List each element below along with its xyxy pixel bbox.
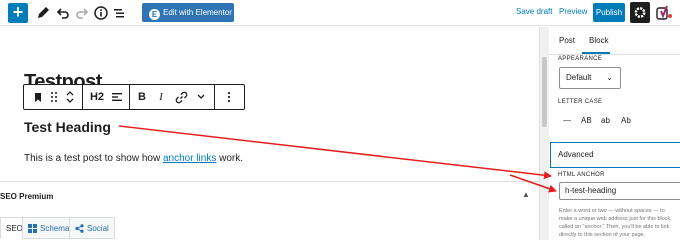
elementor-icon: E: [149, 9, 160, 20]
appearance-value: Default: [566, 73, 592, 82]
letter-case-lowercase-button[interactable]: ab: [601, 116, 610, 125]
seo-meta-box-title: SEO Premium: [0, 192, 54, 201]
gear-icon: [634, 7, 646, 18]
tab-social-label: Social: [87, 224, 109, 233]
pencil-icon[interactable]: [34, 4, 52, 22]
letter-case-label: LETTER CASE: [558, 99, 603, 105]
undo-icon[interactable]: [54, 4, 72, 22]
letter-case-capitalize-button[interactable]: Ab: [621, 116, 631, 125]
html-anchor-label: HTML ANCHOR: [558, 172, 605, 178]
scrollbar-thumb[interactable]: [542, 57, 547, 127]
letter-case-none-button[interactable]: —: [563, 116, 571, 125]
align-icon[interactable]: [111, 91, 123, 103]
collapse-meta-box-icon[interactable]: ▲: [522, 190, 530, 199]
appearance-select[interactable]: Default ⌄: [559, 67, 621, 89]
add-block-button[interactable]: +: [8, 3, 28, 23]
tab-schema[interactable]: Schema: [22, 217, 76, 239]
chevron-down-icon[interactable]: [196, 93, 206, 101]
tab-schema-label: Schema: [40, 224, 70, 233]
share-icon: [75, 224, 84, 233]
anchor-links-link[interactable]: anchor links: [163, 153, 216, 164]
edit-with-elementor-label: Edit with Elementor: [163, 8, 232, 17]
preview-button[interactable]: Preview: [559, 7, 587, 16]
seo-meta-box: SEO Premium ▲ SEO Schema Social: [0, 181, 539, 240]
html-anchor-help-text: Enter a word or two — without spaces — t…: [559, 207, 680, 239]
yoast-icon[interactable]: [655, 4, 673, 22]
seo-tabs: SEO Schema Social: [0, 217, 539, 240]
help-line: Enter a word or two — without spaces — t…: [559, 208, 665, 214]
toolbar-separator: [214, 85, 215, 109]
help-line: called an "anchor." Then, you'll be able…: [559, 224, 670, 230]
publish-button[interactable]: Publish: [593, 3, 625, 22]
html-anchor-input[interactable]: h-test-heading: [559, 182, 680, 200]
paragraph-text: This is a test post to show how: [24, 153, 163, 164]
heading-block[interactable]: Test Heading: [24, 119, 111, 135]
editor-canvas: Testpost H2 B I Test Heading This is a t…: [0, 27, 539, 240]
advanced-panel-toggle[interactable]: Advanced: [550, 142, 680, 168]
toolbar-separator: [82, 85, 83, 109]
info-icon[interactable]: [92, 4, 110, 22]
heading-level-button[interactable]: H2: [86, 89, 108, 105]
editor-top-toolbar: + E Edit with Elementor Save draft Previe…: [0, 0, 680, 26]
toolbar-separator: [129, 85, 130, 109]
letter-case-uppercase-button[interactable]: AB: [581, 116, 592, 125]
redo-icon[interactable]: [73, 4, 91, 22]
chevron-down-icon: ⌄: [606, 73, 613, 82]
link-icon[interactable]: [175, 91, 188, 104]
appearance-label: APPEARANCE: [558, 56, 603, 62]
bold-button[interactable]: B: [135, 89, 149, 105]
grid-icon: [28, 224, 37, 233]
italic-button[interactable]: I: [155, 89, 167, 105]
paragraph-block[interactable]: This is a test post to show how anchor l…: [24, 153, 243, 164]
tab-post[interactable]: Post: [559, 36, 575, 45]
edit-with-elementor-button[interactable]: E Edit with Elementor: [142, 3, 234, 22]
tab-social[interactable]: Social: [69, 217, 115, 239]
list-view-icon[interactable]: [111, 4, 129, 22]
divider: [549, 54, 680, 55]
settings-sidebar: Post Block APPEARANCE Default ⌄ LETTER C…: [539, 27, 680, 240]
more-options-icon[interactable]: [224, 91, 234, 103]
help-line: directly to this section of your page.: [559, 232, 646, 238]
help-line: make a unique web address just for this …: [559, 216, 672, 222]
block-toolbar: H2 B I: [23, 84, 245, 110]
move-up-down-icon[interactable]: [64, 88, 76, 106]
save-draft-button[interactable]: Save draft: [516, 7, 552, 16]
scrollbar[interactable]: [540, 27, 549, 240]
tab-block[interactable]: Block: [589, 36, 609, 45]
drag-handle-icon[interactable]: [49, 91, 59, 103]
bookmark-icon[interactable]: [32, 91, 44, 103]
paragraph-text-end: work.: [216, 153, 243, 164]
settings-button[interactable]: [630, 2, 650, 23]
